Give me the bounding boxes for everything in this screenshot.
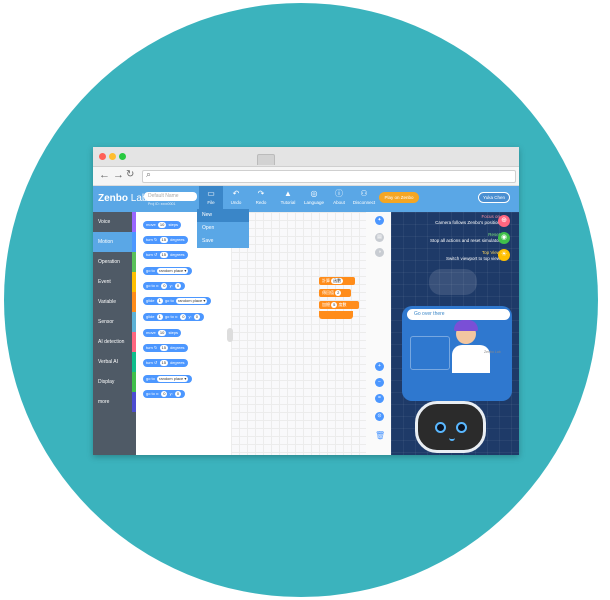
- block-go-to-xy[interactable]: go to x: 0 y: 0: [143, 282, 186, 290]
- tip-focus: Focus on Camera follows Zenbo's position: [435, 214, 500, 225]
- zenbo-robot-face: [415, 401, 486, 453]
- category-ai-detection[interactable]: AI detection: [93, 332, 136, 352]
- info-icon: ⓘ: [335, 189, 343, 198]
- project-id: Proj ID: xxxx0001: [148, 202, 176, 206]
- back-arrow-icon[interactable]: ←: [99, 169, 110, 181]
- shirt-logo: Zenbo Lab: [484, 350, 501, 354]
- tip-top-view: Top View Switch viewport to top view: [445, 250, 500, 261]
- search-icon: ⌕: [146, 169, 152, 179]
- person-hair: [454, 320, 478, 331]
- pin-icon[interactable]: ✦: [375, 216, 384, 225]
- project-name-input[interactable]: Default Name: [144, 192, 197, 201]
- browser-titlebar: [93, 147, 519, 167]
- tip-reset: Reset Stop all actions and reset simulat…: [429, 232, 500, 243]
- workspace-block-return[interactable]: 傳回值 2: [319, 289, 351, 297]
- palette-collapse-handle[interactable]: [227, 328, 233, 342]
- mouth-icon: [449, 436, 455, 441]
- forward-arrow-icon[interactable]: →: [113, 169, 124, 181]
- workspace-block-end[interactable]: [319, 311, 353, 319]
- block-palette: move 10 steps turn ↻ 15 degrees turn ↺ 1…: [136, 212, 231, 455]
- category-motion[interactable]: Motion: [93, 232, 136, 252]
- block-go-to-random[interactable]: go to random place ▾: [143, 267, 193, 275]
- top-view-icon[interactable]: ☀: [498, 249, 510, 261]
- menu-item-save[interactable]: Save: [197, 235, 249, 248]
- zenbo-simulator[interactable]: Focus on Camera follows Zenbo's position…: [391, 212, 519, 455]
- app-header: Zenbo Lab Default Name Proj ID: xxxx0001…: [93, 186, 519, 212]
- focus-icon[interactable]: ⊕: [498, 215, 510, 227]
- category-more[interactable]: more: [93, 392, 136, 412]
- category-verbal-ai[interactable]: Verbal AI: [93, 352, 136, 372]
- zenbo-lab-logo: Zenbo Lab: [98, 193, 148, 204]
- redo-button[interactable]: ↷ Redo: [249, 186, 273, 212]
- robot-top-silhouette: [429, 269, 477, 295]
- right-eye-icon: [456, 422, 467, 433]
- rotate-cw-icon: ↻: [154, 345, 158, 350]
- redo-icon: ↷: [257, 189, 265, 198]
- block-turn-right[interactable]: turn ↻ 15 degrees: [143, 344, 188, 352]
- globe-icon: ◎: [310, 189, 318, 198]
- browser-navbar: ← → ↻ ⌕: [93, 167, 519, 186]
- tutorial-button[interactable]: ▲ Tutorial: [276, 186, 300, 212]
- layout-icon[interactable]: ▤: [375, 233, 384, 242]
- rotate-cw-icon: ↻: [154, 237, 158, 242]
- category-event[interactable]: Event: [93, 272, 136, 292]
- block-move-steps[interactable]: move 10 steps: [143, 221, 182, 229]
- reset-zoom-icon[interactable]: =: [375, 394, 384, 403]
- graduation-cap-icon: ▲: [284, 189, 292, 198]
- play-on-zenbo-button[interactable]: Play on Zenbo: [379, 192, 419, 203]
- disconnect-button[interactable]: ⚇ Disconnect: [352, 186, 376, 212]
- category-display[interactable]: Display: [93, 372, 136, 392]
- browser-tab[interactable]: [257, 154, 275, 165]
- left-eye-icon: [435, 422, 446, 433]
- workspace-block-sum[interactable]: 加總 5 度數: [319, 301, 359, 309]
- rotate-ccw-icon: ↺: [154, 360, 158, 365]
- category-sensor[interactable]: Sensor: [93, 312, 136, 332]
- minimize-window-icon[interactable]: [109, 153, 116, 160]
- close-window-icon[interactable]: [99, 153, 106, 160]
- speech-bubble: Go over there: [407, 309, 510, 320]
- toggle-icon[interactable]: ◑: [375, 248, 384, 257]
- screen-illustration: [410, 336, 450, 370]
- maximize-window-icon[interactable]: [119, 153, 126, 160]
- about-button[interactable]: ⓘ About: [327, 186, 351, 212]
- block-move-steps[interactable]: move 10 steps: [143, 329, 182, 337]
- undo-icon: ↶: [232, 189, 240, 198]
- block-glide-random[interactable]: glide 1 go to random place ▾: [143, 297, 212, 305]
- category-sidebar: Voice Motion Operation Event Variable Se…: [93, 212, 136, 455]
- disconnect-icon: ⚇: [360, 189, 368, 198]
- block-turn-right[interactable]: turn ↻ 15 degrees: [143, 236, 188, 244]
- block-turn-left[interactable]: turn ↺ 15 degrees: [143, 251, 188, 259]
- zoom-out-icon[interactable]: −: [375, 378, 384, 387]
- folder-icon: ▭: [207, 189, 215, 198]
- center-icon[interactable]: ⊙: [375, 412, 384, 421]
- zoom-in-icon[interactable]: +: [375, 362, 384, 371]
- menu-item-new[interactable]: New: [197, 209, 249, 222]
- category-voice[interactable]: Voice: [93, 212, 136, 232]
- menu-item-open[interactable]: Open: [197, 222, 249, 235]
- user-account-button[interactable]: Yuka Chen: [478, 192, 510, 203]
- reload-icon[interactable]: ↻: [126, 169, 134, 180]
- block-go-to-random[interactable]: go to random place ▾: [143, 375, 193, 383]
- character-card: Zenbo Lab: [402, 306, 512, 401]
- block-glide-xy[interactable]: glide 1 go to x: 0 y: 0: [143, 313, 205, 321]
- reset-icon[interactable]: ◉: [498, 232, 510, 244]
- file-dropdown-menu: New Open Save: [197, 209, 249, 248]
- category-operation[interactable]: Operation: [93, 252, 136, 272]
- block-go-to-xy[interactable]: go to x: 0 y: 0: [143, 390, 186, 398]
- language-button[interactable]: ◎ Language: [302, 186, 326, 212]
- block-turn-left[interactable]: turn ↺ 15 degrees: [143, 359, 188, 367]
- browser-window: ← → ↻ ⌕ Zenbo Lab Default Name Proj ID: …: [93, 147, 519, 455]
- category-variable[interactable]: Variable: [93, 292, 136, 312]
- trash-icon[interactable]: 🗑: [375, 431, 385, 440]
- address-bar[interactable]: ⌕: [142, 169, 516, 183]
- workspace-block-define[interactable]: 計算 函數: [319, 277, 355, 285]
- rotate-ccw-icon: ↺: [154, 252, 158, 257]
